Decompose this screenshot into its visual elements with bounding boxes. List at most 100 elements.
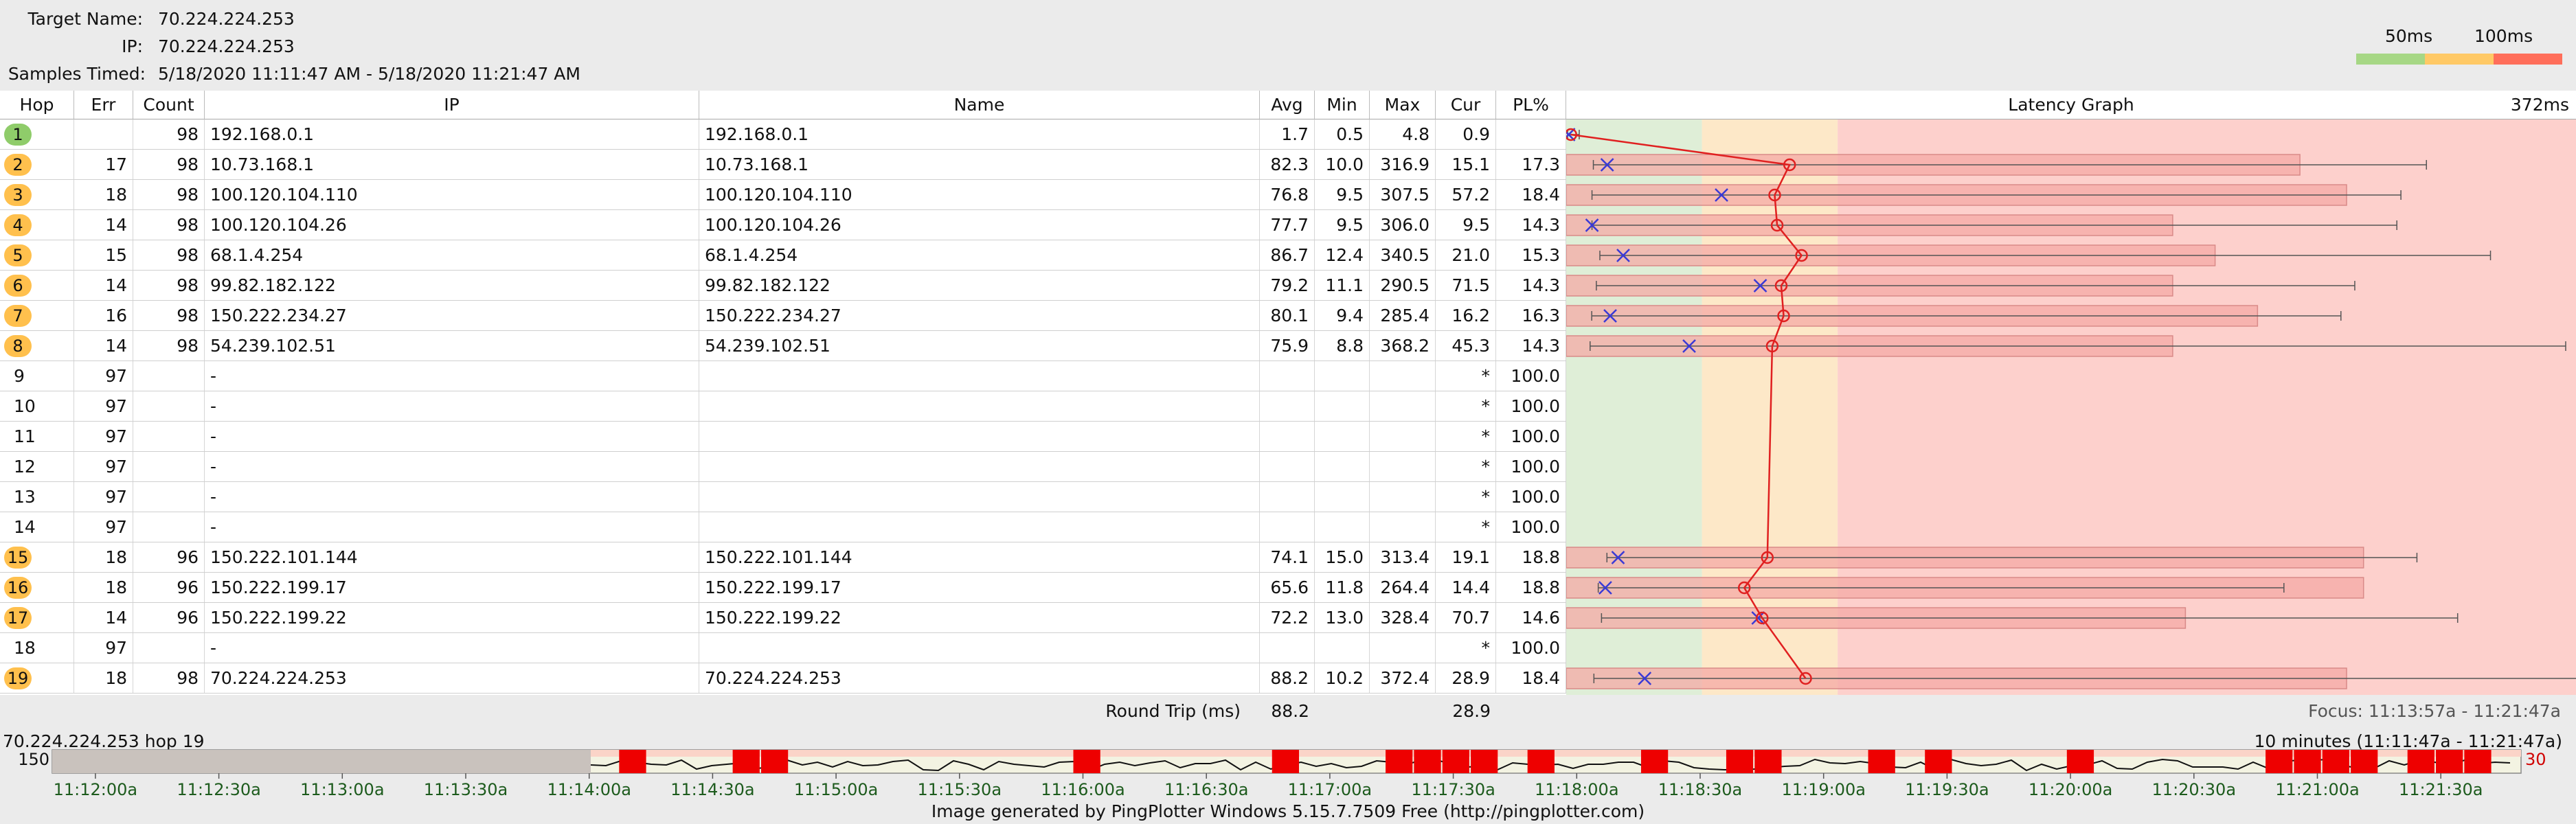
timeline-unfocused-region: [52, 750, 591, 773]
hop-pl-cell: 18.8: [1496, 542, 1566, 572]
hop-number-badge: 4: [4, 214, 32, 236]
hop-number: 10: [14, 396, 36, 416]
timeline-tick-label: 11:16:00a: [1041, 780, 1125, 799]
col-header-max[interactable]: Max: [1370, 91, 1436, 119]
hop-hop-cell: 18: [0, 633, 74, 663]
col-header-avg[interactable]: Avg: [1260, 91, 1315, 119]
hop-pl-cell: 100.0: [1496, 391, 1566, 421]
hop-count-cell: 96: [133, 542, 205, 572]
timeline-packet-loss-marker: [1527, 750, 1555, 773]
col-header-min[interactable]: Min: [1315, 91, 1370, 119]
col-header-hop[interactable]: Hop: [0, 91, 74, 119]
hop-err-cell: 97: [74, 391, 133, 421]
timeline-tick-label: 11:19:00a: [1781, 780, 1866, 799]
timeline-tick-label: 11:17:00a: [1288, 780, 1372, 799]
hop-min-cell: 15.0: [1315, 542, 1370, 572]
hop-pl-cell: 15.3: [1496, 240, 1566, 270]
hop-number-badge: 19: [4, 667, 32, 689]
hop-avg-cell: 88.2: [1260, 663, 1315, 693]
hop-name-cell: 54.239.102.51: [699, 331, 1260, 360]
hop-cur-cell: *: [1436, 633, 1496, 663]
round-trip-row: Round Trip (ms) 88.2 28.9 Focus: 11:13:5…: [0, 695, 2576, 728]
hop-min-cell: 10.0: [1315, 150, 1370, 179]
hop-name-cell: 10.73.168.1: [699, 150, 1260, 179]
col-header-name[interactable]: Name: [699, 91, 1260, 119]
hop-pl-cell: 14.6: [1496, 603, 1566, 632]
hop-name-cell: [699, 512, 1260, 542]
col-header-ip[interactable]: IP: [205, 91, 699, 119]
hop-min-cell: [1315, 512, 1370, 542]
col-header-err[interactable]: Err: [74, 91, 133, 119]
hop-avg-cell: 86.7: [1260, 240, 1315, 270]
hop-pl-cell: 18.4: [1496, 180, 1566, 209]
hop-number: 14: [14, 517, 36, 537]
timeline-tick-label: 11:21:00a: [2275, 780, 2360, 799]
hop-cur-cell: 71.5: [1436, 271, 1496, 300]
legend-good-swatch: [2356, 54, 2425, 65]
timeline-tick-label: 11:16:30a: [1164, 780, 1249, 799]
timeline-tick-label: 11:18:30a: [1658, 780, 1743, 799]
hop-cur-cell: 0.9: [1436, 119, 1496, 149]
col-header-count[interactable]: Count: [133, 91, 205, 119]
legend-warn-swatch: [2425, 54, 2494, 65]
latency-legend: 50ms 100ms: [2356, 21, 2562, 69]
hop-err-cell: 14: [74, 210, 133, 240]
hop-err-cell: 18: [74, 663, 133, 693]
hop-count-cell: 98: [133, 119, 205, 149]
samples-timed-label: Samples Timed:: [8, 64, 146, 84]
hop-avg-cell: 79.2: [1260, 271, 1315, 300]
hop-cur-cell: 57.2: [1436, 180, 1496, 209]
col-header-pl[interactable]: PL%: [1496, 91, 1566, 119]
hop-number-badge: 5: [4, 244, 32, 266]
timeline-tick-label: 11:19:30a: [1905, 780, 1989, 799]
hop-max-cell: 328.4: [1370, 603, 1436, 632]
timeline-packet-loss-marker: [1868, 750, 1895, 773]
hop-avg-cell: [1260, 391, 1315, 421]
hop-avg-cell: [1260, 482, 1315, 512]
hop-min-cell: 13.0: [1315, 603, 1370, 632]
timeline-packet-loss-marker: [2294, 750, 2321, 773]
timeline-tick-label: 11:12:00a: [54, 780, 138, 799]
hop-err-cell: 17: [74, 150, 133, 179]
hop-name-cell: 100.120.104.26: [699, 210, 1260, 240]
hop-pl-cell: 100.0: [1496, 482, 1566, 512]
hop-ip-cell: -: [205, 361, 699, 391]
hop-err-cell: 97: [74, 422, 133, 451]
hop-err-cell: [74, 119, 133, 149]
hop-max-cell: [1370, 633, 1436, 663]
hop-err-cell: 16: [74, 301, 133, 330]
hop-count-cell: 98: [133, 180, 205, 209]
hop-hop-cell: 9: [0, 361, 74, 391]
hop-cur-cell: *: [1436, 482, 1496, 512]
col-header-cur[interactable]: Cur: [1436, 91, 1496, 119]
hop-ip-cell: 150.222.234.27: [205, 301, 699, 330]
hop-hop-cell: 16: [0, 573, 74, 602]
hop-hop-cell: 6: [0, 271, 74, 300]
hop-hop-cell: 10: [0, 391, 74, 421]
hop-number-badge: 8: [4, 335, 32, 357]
hop-number-badge: 6: [4, 275, 32, 297]
hop-count-cell: 96: [133, 603, 205, 632]
hop-pl-cell: 100.0: [1496, 452, 1566, 481]
hop-min-cell: 10.2: [1315, 663, 1370, 693]
round-trip-label: Round Trip (ms): [1105, 701, 1241, 721]
hop-number: 9: [14, 366, 25, 386]
timeline-packet-loss-marker: [1414, 750, 1441, 773]
timeline-packet-loss-marker: [2266, 750, 2293, 773]
hop-cur-cell: 16.2: [1436, 301, 1496, 330]
hop-name-cell: 68.1.4.254: [699, 240, 1260, 270]
hop-hop-cell: 2: [0, 150, 74, 179]
col-header-latency-graph[interactable]: Latency Graph 372ms: [1566, 91, 2576, 119]
timeline-chart[interactable]: 150 30 11:12:00a 11:12:30a 11:13:00a 11:13:30…: [0, 747, 2576, 799]
hop-ip-cell: 10.73.168.1: [205, 150, 699, 179]
hop-cur-cell: *: [1436, 452, 1496, 481]
timeline-packet-loss-marker: [619, 750, 646, 773]
latency-graph[interactable]: [1566, 119, 2576, 695]
hop-pl-cell: [1496, 119, 1566, 149]
hop-avg-cell: [1260, 422, 1315, 451]
hop-hop-cell: 7: [0, 301, 74, 330]
hop-max-cell: 4.8: [1370, 119, 1436, 149]
hop-avg-cell: [1260, 633, 1315, 663]
hop-hop-cell: 5: [0, 240, 74, 270]
timeline-tick-label: 11:21:30a: [2399, 780, 2483, 799]
